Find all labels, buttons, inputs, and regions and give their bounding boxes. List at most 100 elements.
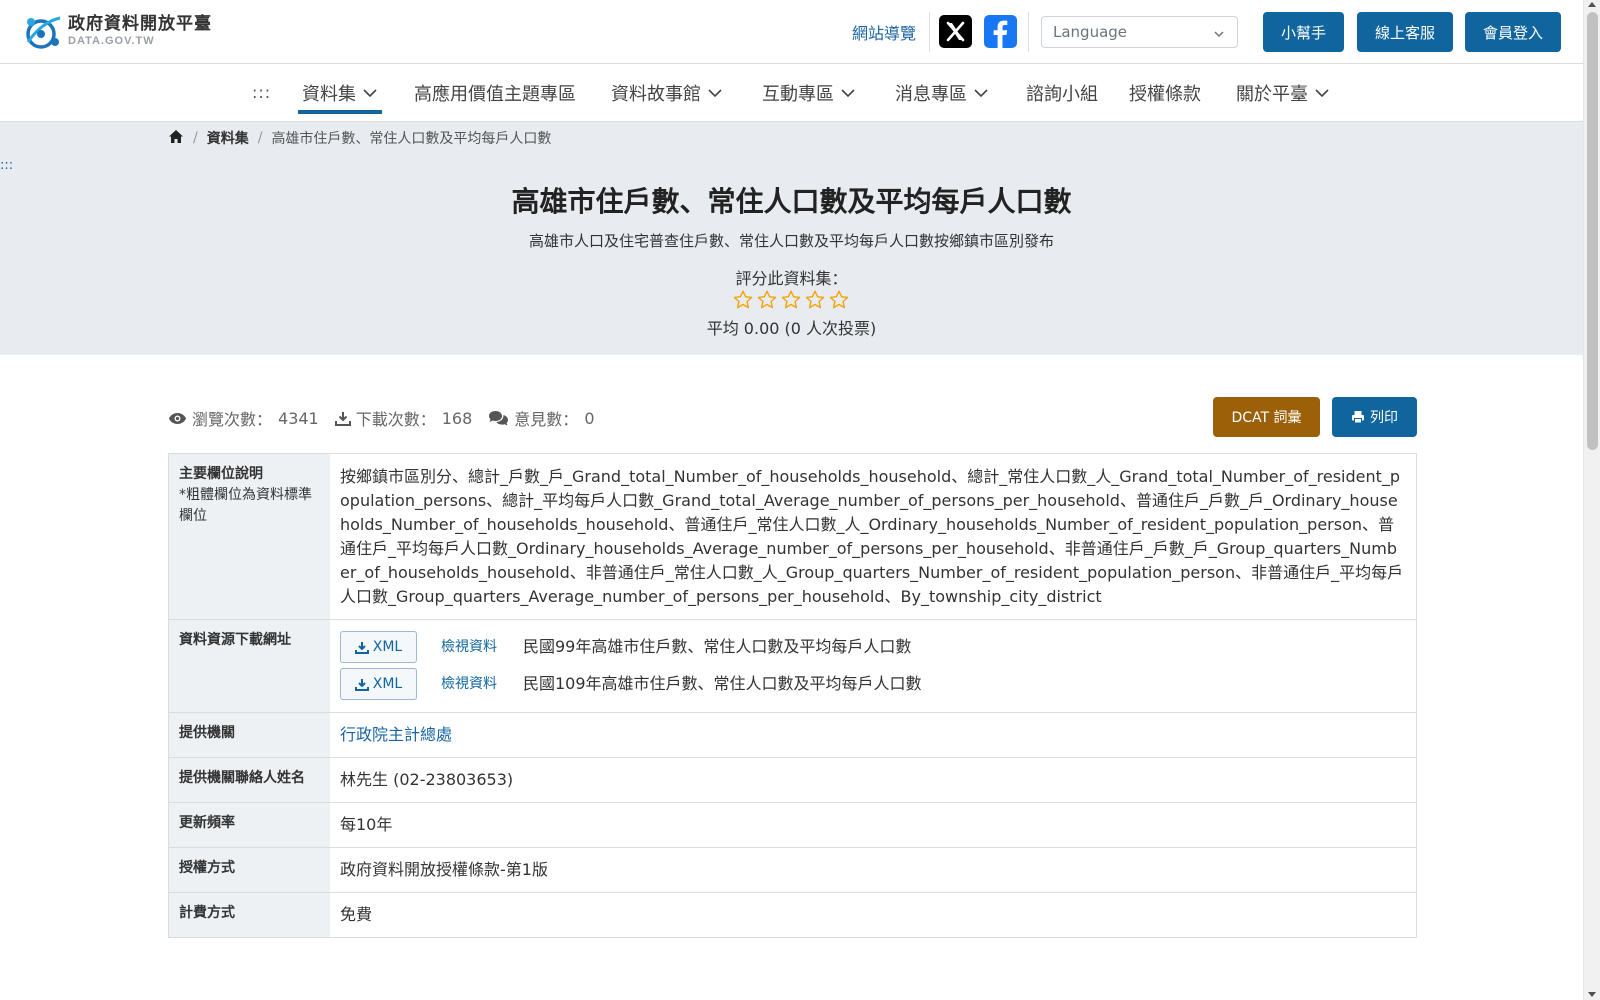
views-label: 瀏覽次數： bbox=[192, 410, 273, 429]
breadcrumb: / 資料集 / 高雄市住戶數、常住人口數及平均每戶人口數 bbox=[168, 128, 551, 148]
nav-license[interactable]: 授權條款 bbox=[1129, 80, 1201, 106]
sitemap-link[interactable]: 網站導覽 bbox=[852, 20, 916, 44]
table-row: 提供機關聯絡人姓名 林先生 (02-23803653) bbox=[169, 758, 1416, 803]
scroll-up-arrow[interactable] bbox=[1588, 2, 1596, 7]
format-label: XML bbox=[372, 676, 403, 692]
site-logo[interactable]: 政府資料開放平臺 DATA.GOV.TW bbox=[22, 12, 212, 50]
resources-header: 資料資源下載網址 bbox=[169, 620, 330, 712]
nav-active-indicator bbox=[298, 110, 382, 114]
divider bbox=[929, 12, 930, 52]
logo-subtitle: DATA.GOV.TW bbox=[68, 34, 155, 47]
view-data-link[interactable]: 檢視資料 bbox=[441, 672, 523, 696]
nav-skip-anchor[interactable]: ::: bbox=[252, 83, 271, 102]
resource-item: XML 檢視資料 民國99年高雄市住戶數、常住人口數及平均每戶人口數 bbox=[340, 630, 1406, 664]
nav-label: 關於平臺 bbox=[1236, 84, 1308, 105]
views-count: 4341 bbox=[278, 408, 319, 428]
star-icon[interactable] bbox=[829, 290, 849, 309]
logo-title: 政府資料開放平臺 bbox=[68, 13, 212, 34]
divider bbox=[1028, 12, 1029, 52]
online-support-button[interactable]: 線上客服 bbox=[1357, 12, 1453, 52]
scroll-thumb[interactable] bbox=[1587, 12, 1598, 450]
rate-label: 評分此資料集： bbox=[735, 269, 848, 288]
agency-header: 提供機關 bbox=[169, 713, 330, 757]
nav-advisory[interactable]: 諮詢小組 bbox=[1026, 80, 1098, 106]
member-login-button[interactable]: 會員登入 bbox=[1465, 12, 1561, 52]
views-stat: 瀏覽次數： 4341 bbox=[168, 406, 319, 430]
nav-data-stories[interactable]: 資料故事館 bbox=[611, 80, 722, 106]
comments-count: 0 bbox=[584, 408, 595, 428]
chevron-down-icon bbox=[708, 89, 722, 98]
nav-label: 諮詢小組 bbox=[1026, 84, 1098, 105]
helper-button[interactable]: 小幫手 bbox=[1263, 12, 1344, 52]
star-icon[interactable] bbox=[757, 290, 777, 309]
language-placeholder: Language bbox=[1053, 23, 1128, 41]
contact-header: 提供機關聯絡人姓名 bbox=[169, 758, 330, 802]
table-row: 提供機關 行政院主計總處 bbox=[169, 713, 1416, 758]
content-skip-anchor[interactable]: ::: bbox=[0, 158, 13, 173]
xml-download-button[interactable]: XML bbox=[340, 668, 417, 700]
x-twitter-icon[interactable] bbox=[939, 15, 972, 48]
chevron-down-icon bbox=[974, 89, 988, 98]
main-nav: ::: 資料集 高應用價值主題專區 資料故事館 互動專區 消息專區 諮詢小組 授… bbox=[0, 64, 1583, 122]
resource-item: XML 檢視資料 民國109年高雄市住戶數、常住人口數及平均每戶人口數 bbox=[340, 667, 1406, 701]
chevron-down-icon bbox=[363, 89, 377, 98]
dcat-vocabulary-button[interactable]: DCAT 詞彙 bbox=[1213, 397, 1320, 437]
nav-interactive[interactable]: 互動專區 bbox=[762, 80, 855, 106]
comments-label: 意見數： bbox=[514, 410, 579, 429]
chevron-down-icon bbox=[1213, 26, 1225, 38]
nav-label: 資料故事館 bbox=[611, 84, 701, 105]
language-select[interactable]: Language bbox=[1041, 16, 1238, 48]
chevron-down-icon bbox=[1315, 89, 1329, 98]
nav-label: 互動專區 bbox=[762, 84, 834, 105]
star-icon[interactable] bbox=[781, 290, 801, 309]
nav-label: 消息專區 bbox=[895, 84, 967, 105]
nav-datasets[interactable]: 資料集 bbox=[302, 80, 377, 106]
fields-description: 按鄉鎮市區別分、總計_戶數_戶_Grand_total_Number_of_ho… bbox=[340, 467, 1404, 606]
nav-label: 高應用價值主題專區 bbox=[414, 84, 576, 105]
downloads-stat: 下載次數： 168 bbox=[334, 406, 472, 430]
fee-value: 免費 bbox=[340, 905, 373, 924]
xml-download-button[interactable]: XML bbox=[340, 631, 417, 663]
nav-label: 資料集 bbox=[302, 84, 356, 105]
nav-news[interactable]: 消息專區 bbox=[895, 80, 988, 106]
resources-cell: XML 檢視資料 民國99年高雄市住戶數、常住人口數及平均每戶人口數 XML 檢… bbox=[330, 620, 1416, 712]
download-icon bbox=[354, 678, 369, 691]
page-scrollbar[interactable] bbox=[1583, 0, 1600, 1000]
dataset-detail-table: 主要欄位說明 *粗體欄位為資料標準欄位 按鄉鎮市區別分、總計_戶數_戶_Gran… bbox=[168, 453, 1417, 938]
home-icon[interactable] bbox=[168, 129, 184, 148]
fields-note: *粗體欄位為資料標準欄位 bbox=[179, 487, 312, 524]
fields-header: 主要欄位說明 *粗體欄位為資料標準欄位 bbox=[169, 454, 330, 619]
breadcrumb-datasets[interactable]: 資料集 bbox=[207, 128, 249, 148]
chevron-down-icon bbox=[841, 89, 855, 98]
frequency-value: 每10年 bbox=[340, 815, 393, 834]
agency-cell: 行政院主計總處 bbox=[330, 713, 1416, 757]
star-icon[interactable] bbox=[805, 290, 825, 309]
view-data-link[interactable]: 檢視資料 bbox=[441, 635, 523, 659]
nav-about[interactable]: 關於平臺 bbox=[1236, 80, 1329, 106]
page: 政府資料開放平臺 DATA.GOV.TW 網站導覽 Language 小幫手 線 bbox=[0, 0, 1600, 1000]
breadcrumb-separator: / bbox=[257, 130, 263, 146]
breadcrumb-current: 高雄市住戶數、常住人口數及平均每戶人口數 bbox=[271, 131, 552, 147]
star-icon[interactable] bbox=[733, 290, 753, 309]
printer-icon bbox=[1352, 411, 1364, 424]
resource-name: 民國109年高雄市住戶數、常住人口數及平均每戶人口數 bbox=[523, 674, 922, 693]
table-row: 資料資源下載網址 XML 檢視資料 民國99年高雄市住戶數、常住人口數及平均每戶… bbox=[169, 620, 1416, 713]
resource-name: 民國99年高雄市住戶數、常住人口數及平均每戶人口數 bbox=[523, 637, 912, 656]
nav-high-value[interactable]: 高應用價值主題專區 bbox=[414, 80, 576, 106]
eye-icon bbox=[169, 412, 186, 424]
rating-stars bbox=[733, 290, 849, 309]
facebook-icon[interactable] bbox=[984, 15, 1017, 48]
site-header: 政府資料開放平臺 DATA.GOV.TW 網站導覽 Language 小幫手 線 bbox=[0, 0, 1583, 64]
license-header: 授權方式 bbox=[169, 848, 330, 892]
scroll-down-arrow[interactable] bbox=[1588, 992, 1596, 997]
table-row: 計費方式 免費 bbox=[169, 893, 1416, 938]
dataset-description: 高雄市人口及住宅普查住戶數、常住人口數及平均每戶人口數按鄉鎮市區別發布 bbox=[528, 232, 1054, 250]
comments-icon bbox=[489, 411, 509, 426]
license-value: 政府資料開放授權條款-第1版 bbox=[340, 860, 548, 879]
fee-header: 計費方式 bbox=[169, 893, 330, 937]
logo-icon bbox=[22, 12, 64, 50]
table-row: 主要欄位說明 *粗體欄位為資料標準欄位 按鄉鎮市區別分、總計_戶數_戶_Gran… bbox=[169, 454, 1416, 620]
agency-link[interactable]: 行政院主計總處 bbox=[340, 725, 452, 744]
print-button[interactable]: 列印 bbox=[1332, 397, 1417, 437]
fields-label: 主要欄位說明 bbox=[179, 466, 263, 482]
